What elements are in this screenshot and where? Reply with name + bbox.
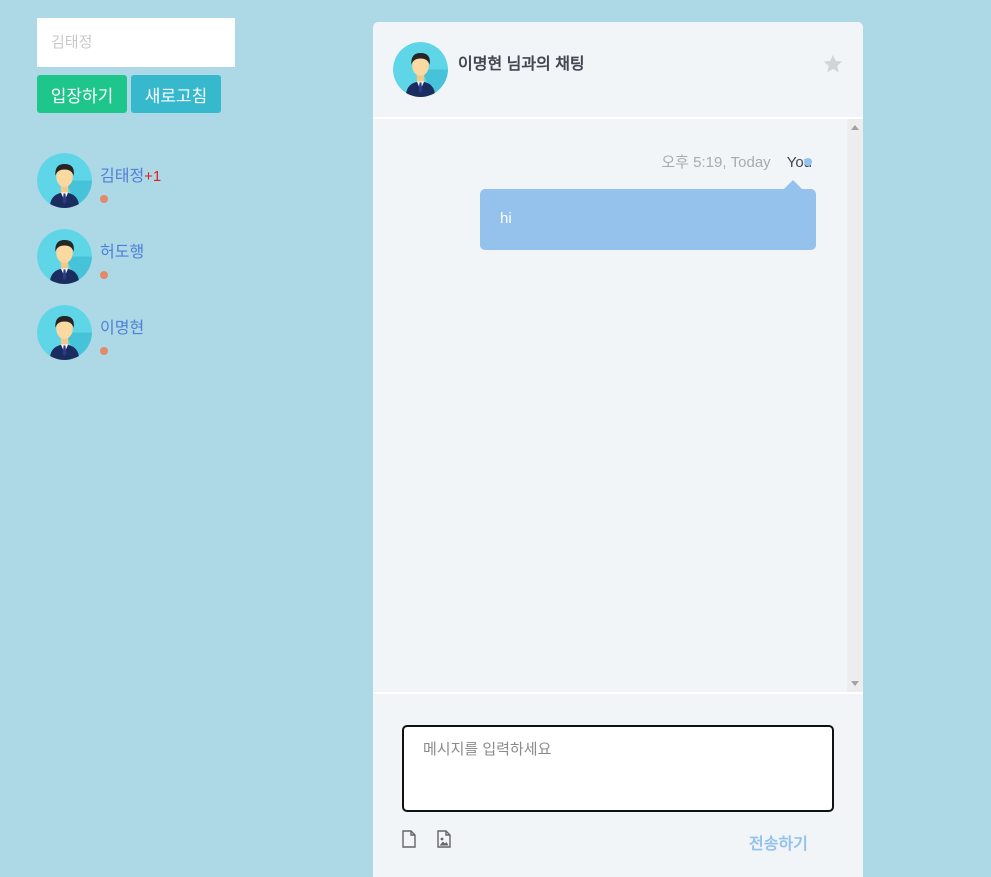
user-item[interactable]: 허도행 (37, 229, 237, 305)
chat-header: 이명현 님과의 채팅 (373, 22, 863, 119)
chat-title: 이명현 님과의 채팅 (458, 56, 585, 73)
user-list: 김태정+1 허도행 이명현 (37, 153, 237, 381)
scroll-down-arrow-icon[interactable] (851, 681, 859, 686)
user-avatar-icon (37, 305, 92, 360)
file-icon[interactable] (401, 830, 417, 848)
user-item[interactable]: 이명현 (37, 305, 237, 381)
send-button[interactable]: 전송하기 (749, 830, 808, 854)
status-dot (100, 271, 108, 279)
name-input[interactable] (37, 18, 235, 67)
unread-badge: +1 (144, 168, 162, 185)
enter-button[interactable]: 입장하기 (37, 75, 127, 113)
user-name: 김태정+1 (100, 168, 162, 185)
star-icon[interactable] (822, 53, 844, 75)
chat-partner-avatar-icon (393, 42, 448, 97)
message-bubble: hi (480, 180, 816, 250)
message-input[interactable] (402, 725, 834, 812)
message-time: 오후 5:19, Today (661, 154, 771, 171)
user-name: 이명현 (100, 320, 145, 337)
user-avatar-icon (37, 153, 92, 208)
user-avatar-icon (37, 229, 92, 284)
message-history: 오후 5:19, Today You hi (373, 119, 863, 692)
online-dot (804, 158, 812, 166)
scroll-up-arrow-icon[interactable] (851, 125, 859, 130)
status-dot (100, 195, 108, 203)
user-item[interactable]: 김태정+1 (37, 153, 237, 229)
message-meta: 오후 5:19, Today You (661, 151, 812, 172)
image-icon[interactable] (436, 830, 452, 848)
scrollbar[interactable] (847, 119, 863, 692)
message-composer: 전송하기 (373, 692, 863, 877)
status-dot (100, 347, 108, 355)
chat-panel: 이명현 님과의 채팅 오후 5:19, TodayYou hi 전송하기 (373, 22, 863, 877)
refresh-button[interactable]: 새로고침 (131, 75, 221, 113)
user-name: 허도행 (100, 244, 145, 261)
